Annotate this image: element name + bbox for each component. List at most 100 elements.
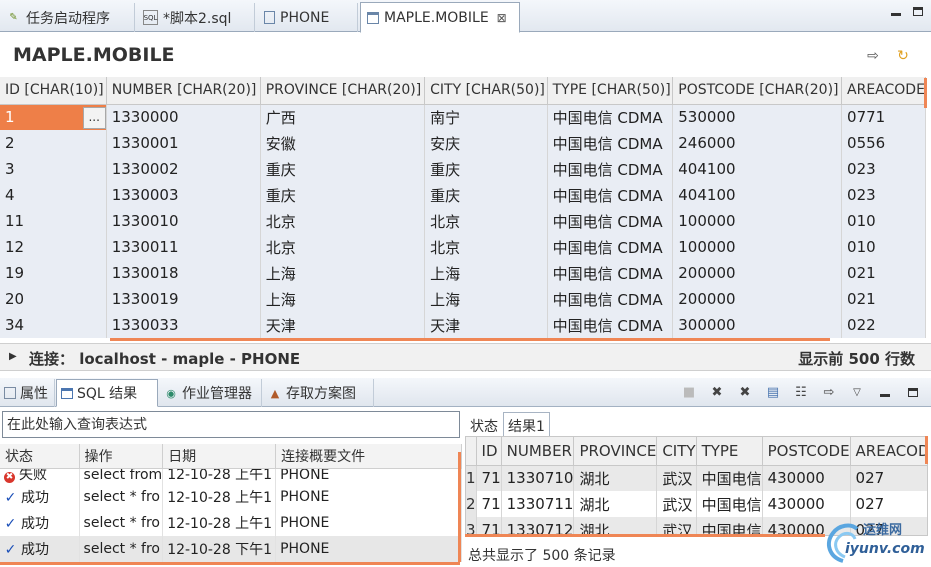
grid-cell[interactable]: 北京	[260, 234, 426, 260]
grid-cell[interactable]: 广西	[260, 104, 426, 130]
grid-cell[interactable]: 1330000	[106, 104, 261, 130]
grid-cell[interactable]: 11	[0, 208, 107, 234]
table-row[interactable]: 19 1330018 上海 上海 中国电信 CDMA 200000 021	[0, 260, 926, 286]
grid-cell[interactable]: 中国电信 CDMA	[547, 104, 674, 130]
grid-cell[interactable]: 19	[0, 260, 107, 286]
grid-cell[interactable]: 027	[850, 491, 927, 517]
grid-cell[interactable]: 北京	[424, 208, 548, 234]
view-menu-icon[interactable]: ▽	[849, 384, 865, 400]
grid-cell[interactable]: 天津	[260, 312, 426, 338]
column-header-areacode[interactable]: AREACODE	[850, 437, 927, 466]
grid-cell[interactable]: 上海	[260, 286, 426, 312]
grid-cell[interactable]: 023	[841, 182, 926, 208]
grid-cell[interactable]: 中国电信 CDMA	[547, 208, 674, 234]
grid-cell[interactable]: 中国电信	[696, 465, 763, 491]
column-header-province[interactable]: PROVINCE [CHAR(20)]	[260, 77, 426, 105]
grid-cell[interactable]: 1330001	[106, 130, 261, 156]
column-header-province[interactable]: PROVINCE	[573, 437, 658, 466]
grid-cell[interactable]: 200000	[672, 286, 843, 312]
history-scrollbar[interactable]	[0, 562, 460, 565]
table-row[interactable]: ✖ 失败 select from 12-10-28 上午1 PHONE	[0, 468, 462, 484]
grid-cell[interactable]: 0771	[841, 104, 926, 130]
grid-cell[interactable]: 021	[841, 260, 926, 286]
history-vertical-scrollbar[interactable]	[458, 452, 461, 562]
remove-all-icon[interactable]: ✖	[737, 384, 753, 400]
grid-cell[interactable]: 1330710	[501, 465, 575, 491]
column-header-id[interactable]: ID [CHAR(10)]	[0, 77, 107, 105]
tab-job-manager[interactable]: ◉ 作业管理器	[160, 379, 262, 407]
grid-cell[interactable]: 安徽	[260, 130, 426, 156]
grid-cell[interactable]: 重庆	[260, 156, 426, 182]
open-icon[interactable]: ▤	[765, 384, 781, 400]
stop-icon[interactable]: ■	[681, 384, 697, 400]
column-header-profile[interactable]: 连接概要文件	[275, 444, 462, 469]
table-row[interactable]: 34 1330033 天津 天津 中国电信 CDMA 300000 022	[0, 312, 926, 338]
table-row[interactable]: ✓ 成功 select * fro 12-10-28 上午1 PHONE	[0, 510, 462, 536]
filter-arrow-icon[interactable]: ⇨	[865, 48, 881, 64]
close-icon[interactable]: ⊠	[497, 11, 507, 25]
grid-cell[interactable]: 1330011	[106, 234, 261, 260]
grid-cell[interactable]: 430000	[762, 465, 851, 491]
grid-cell[interactable]: 武汉	[656, 465, 697, 491]
minimize-icon[interactable]	[877, 384, 893, 400]
grid-cell[interactable]: 200000	[672, 260, 843, 286]
cell-edit-button[interactable]: ...	[82, 106, 106, 129]
grid-cell[interactable]: 71	[476, 465, 502, 491]
column-header-operation[interactable]: 操作	[79, 444, 164, 469]
grid-cell[interactable]: 中国电信 CDMA	[547, 312, 674, 338]
result-vertical-scrollbar[interactable]	[925, 436, 928, 464]
grid-cell[interactable]: 武汉	[656, 491, 697, 517]
grid-cell[interactable]: 中国电信 CDMA	[547, 156, 674, 182]
result-scrollbar[interactable]	[465, 534, 825, 537]
grid-cell[interactable]: 404100	[672, 182, 843, 208]
grid-cell[interactable]: 上海	[260, 260, 426, 286]
column-header-postcode[interactable]: POSTCODE	[762, 437, 851, 466]
column-header-type[interactable]: TYPE	[696, 437, 763, 466]
tab-task-launcher[interactable]: ✎ 任务启动程序	[0, 3, 135, 32]
grid-cell[interactable]: 1330002	[106, 156, 261, 182]
grid-cell-selected[interactable]: 1 ...	[0, 104, 107, 130]
table-row[interactable]: 2 71 1330711 湖北 武汉 中国电信 430000 027	[466, 491, 927, 517]
grid-cell[interactable]: 12	[0, 234, 107, 260]
grid-cell[interactable]: 4	[0, 182, 107, 208]
tab-phone[interactable]: PHONE	[258, 3, 358, 32]
grid-cell[interactable]: 100000	[672, 208, 843, 234]
vertical-scrollbar[interactable]	[924, 78, 927, 108]
tab-sql-script[interactable]: SQL *脚本2.sql	[137, 3, 255, 32]
table-row[interactable]: 4 1330003 重庆 重庆 中国电信 CDMA 404100 023	[0, 182, 926, 208]
maximize-icon[interactable]	[913, 7, 923, 16]
horizontal-scrollbar[interactable]	[110, 338, 830, 341]
column-header-number[interactable]: NUMBER	[501, 437, 575, 466]
grid-cell[interactable]: 1330018	[106, 260, 261, 286]
grid-cell[interactable]: 404100	[672, 156, 843, 182]
table-row[interactable]: 12 1330011 北京 北京 中国电信 CDMA 100000 010	[0, 234, 926, 260]
grid-cell[interactable]: 022	[841, 312, 926, 338]
grid-cell[interactable]: 湖北	[573, 465, 658, 491]
grid-cell[interactable]: 重庆	[260, 182, 426, 208]
grid-cell[interactable]: 中国电信	[696, 491, 763, 517]
table-row[interactable]: ✓ 成功 select * fro 12-10-28 下午1 PHONE	[0, 536, 462, 562]
grid-cell[interactable]: 中国电信 CDMA	[547, 260, 674, 286]
grid-cell[interactable]: 1330010	[106, 208, 261, 234]
grid-cell[interactable]: 010	[841, 234, 926, 260]
grid-cell[interactable]: 34	[0, 312, 107, 338]
grid-cell[interactable]: 100000	[672, 234, 843, 260]
grid-cell[interactable]: 300000	[672, 312, 843, 338]
grid-cell[interactable]: 重庆	[424, 182, 548, 208]
column-header-status[interactable]: 状态	[0, 444, 80, 469]
tab-result1[interactable]: 结果1	[503, 412, 550, 436]
table-row[interactable]: 3 1330002 重庆 重庆 中国电信 CDMA 404100 023	[0, 156, 926, 182]
column-header-postcode[interactable]: POSTCODE [CHAR(20)]	[672, 77, 843, 105]
grid-cell[interactable]: 湖北	[573, 491, 658, 517]
grid-cell[interactable]: 1330033	[106, 312, 261, 338]
grid-cell[interactable]: 20	[0, 286, 107, 312]
grid-cell[interactable]: 中国电信 CDMA	[547, 234, 674, 260]
grid-cell[interactable]: 天津	[424, 312, 548, 338]
grid-cell[interactable]: 北京	[260, 208, 426, 234]
grid-cell[interactable]: 430000	[762, 491, 851, 517]
tab-maple-mobile[interactable]: MAPLE.MOBILE ⊠	[360, 2, 520, 33]
table-row[interactable]: 1 71 1330710 湖北 武汉 中国电信 430000 027	[466, 465, 927, 491]
grid-cell[interactable]: 1330003	[106, 182, 261, 208]
grid-cell[interactable]: 1330019	[106, 286, 261, 312]
document-icon[interactable]: ☷	[793, 384, 809, 400]
